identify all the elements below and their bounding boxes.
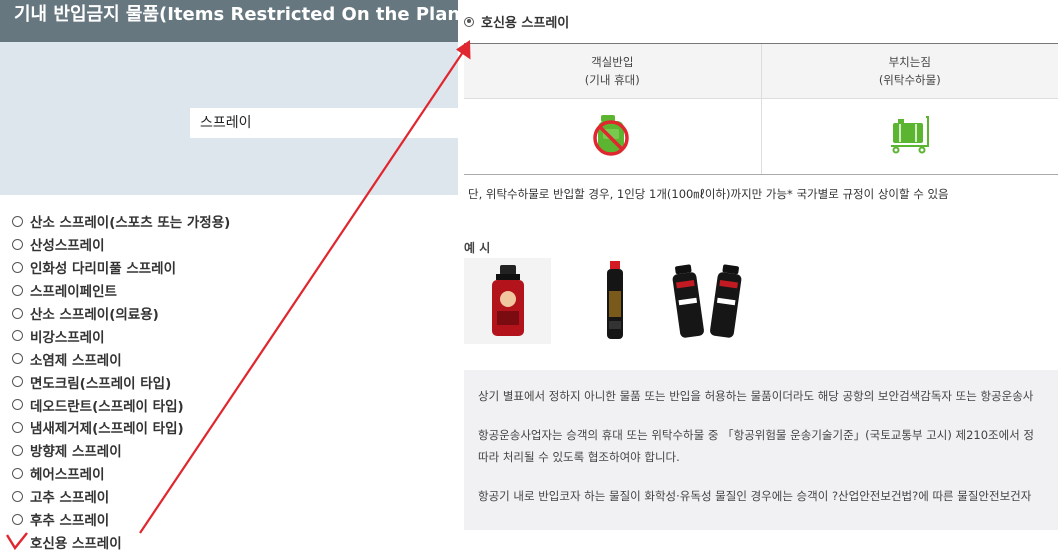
cabin-sublabel: (기내 휴대)	[584, 73, 640, 87]
cabin-label: 객실반입	[591, 55, 634, 69]
detail-panel: 호신용 스프레이 객실반입 (기내 휴대) 부치는짐 (위탁수하물) 단, 위탁…	[458, 0, 1058, 555]
radio-icon[interactable]	[12, 284, 23, 296]
radio-icon[interactable]	[12, 490, 23, 502]
list-item-label: 냄새제거제(스프레이 타입)	[30, 421, 184, 438]
info-paragraph-1: 상기 별표에서 정하지 아니한 물품 또는 반입을 허용하는 물품이더라도 해당…	[478, 389, 1034, 403]
info-box: 상기 별표에서 정하지 아니한 물품 또는 반입을 허용하는 물품이더라도 해당…	[464, 370, 1058, 530]
radio-icon[interactable]	[12, 330, 23, 342]
pepper-spray-slim-image	[571, 258, 658, 344]
list-item[interactable]: 호신용 스프레이	[0, 530, 458, 553]
list-item-label: 산소 스프레이(의료용)	[30, 307, 159, 323]
left-panel: 기내 반입금지 물품(Items Restricted On the Plane…	[0, 0, 458, 555]
list-item[interactable]: 면도크림(스프레이 타입)	[0, 370, 458, 393]
radio-selected-icon	[464, 16, 474, 27]
radio-icon[interactable]	[12, 513, 23, 525]
restriction-note: 단, 위탁수하물로 반입할 경우, 1인당 1개(100㎖이하)까지만 가능* …	[468, 187, 949, 201]
search-input[interactable]: 스프레이	[190, 108, 458, 138]
info-paragraph-2: 항공운송사업자는 승객의 휴대 또는 위탁수하물 중 「항공위험물 운송기술기준…	[478, 428, 1034, 464]
list-item-label: 후추 스프레이	[30, 513, 110, 530]
search-area: 스프레이	[0, 42, 458, 195]
list-item[interactable]: 방향제 스프레이	[0, 439, 458, 462]
list-item[interactable]: 데오드란트(스프레이 타입)	[0, 393, 458, 416]
checked-sublabel: (위탁수하물)	[878, 73, 941, 87]
list-item[interactable]: 고추 스프레이	[0, 485, 458, 508]
check-mark-icon	[6, 532, 28, 551]
list-item-label: 산성스프레이	[30, 238, 105, 255]
examples-label: 예 시	[464, 241, 491, 255]
list-item[interactable]: 냄새제거제(스프레이 타입)	[0, 416, 458, 439]
list-item-label: 스프레이페인트	[30, 284, 117, 301]
list-item-label: 데오드란트(스프레이 타입)	[30, 398, 184, 415]
checked-status-cell	[760, 98, 1058, 175]
radio-icon[interactable]	[12, 238, 23, 250]
list-item-label: 면도크림(스프레이 타입)	[30, 375, 172, 392]
list-item[interactable]: 비강스프레이	[0, 324, 458, 347]
list-item-label: 고추 스프레이	[30, 490, 110, 507]
radio-icon[interactable]	[12, 353, 23, 365]
radio-icon[interactable]	[12, 444, 23, 456]
example-images	[464, 258, 752, 344]
radio-icon[interactable]	[12, 307, 23, 319]
cabin-header: 객실반입 (기내 휴대)	[464, 43, 761, 99]
radio-icon[interactable]	[12, 421, 23, 433]
item-list: 산소 스프레이(스포츠 또는 가정용) 산성스프레이인화성 다리미풀 스프레이스프…	[0, 210, 458, 553]
luggage-cart-icon	[890, 115, 929, 153]
list-item-label: 소염제 스프레이	[30, 352, 122, 369]
pepper-spray-can-image	[464, 258, 551, 344]
list-item[interactable]: 스프레이페인트	[0, 279, 458, 302]
list-item-label: 산소 스프레이(스포츠 또는 가정용)	[30, 215, 231, 232]
baggage-table: 객실반입 (기내 휴대) 부치는짐 (위탁수하물)	[464, 43, 1058, 175]
info-paragraph-3: 항공기 내로 반입코자 하는 물질이 화학성·유독성 물질인 경우에는 승객이 …	[478, 489, 1032, 503]
list-item[interactable]: 후추 스프레이	[0, 508, 458, 531]
list-item[interactable]: 헤어스프레이	[0, 462, 458, 485]
checked-label: 부치는짐	[888, 55, 931, 69]
radio-icon[interactable]	[12, 261, 23, 273]
list-item[interactable]: 산소 스프레이(스포츠 또는 가정용)	[0, 210, 458, 233]
checked-header: 부치는짐 (위탁수하물)	[760, 43, 1058, 99]
radio-icon[interactable]	[12, 215, 23, 227]
selected-item-header: 호신용 스프레이	[464, 12, 569, 31]
list-item[interactable]: 인화성 다리미풀 스프레이	[0, 256, 458, 279]
list-item-label: 방향제 스프레이	[30, 444, 122, 461]
radio-icon[interactable]	[12, 399, 23, 411]
police-spray-pair-image	[664, 258, 752, 344]
radio-icon[interactable]	[12, 467, 23, 479]
list-item-label: 인화성 다리미풀 스프레이	[30, 261, 177, 278]
radio-icon[interactable]	[12, 376, 23, 388]
list-item-label: 비강스프레이	[30, 329, 105, 346]
cabin-status-cell	[464, 98, 761, 175]
list-item-label: 호신용 스프레이	[30, 535, 122, 552]
list-item-label: 헤어스프레이	[30, 467, 105, 484]
prohibited-bag-icon	[593, 114, 629, 156]
page-title: 기내 반입금지 물품(Items Restricted On the Plane…	[0, 0, 458, 42]
selected-item-label: 호신용 스프레이	[481, 16, 570, 31]
list-item[interactable]: 산성스프레이	[0, 233, 458, 256]
list-item[interactable]: 소염제 스프레이	[0, 347, 458, 370]
list-item[interactable]: 산소 스프레이(의료용)	[0, 302, 458, 325]
